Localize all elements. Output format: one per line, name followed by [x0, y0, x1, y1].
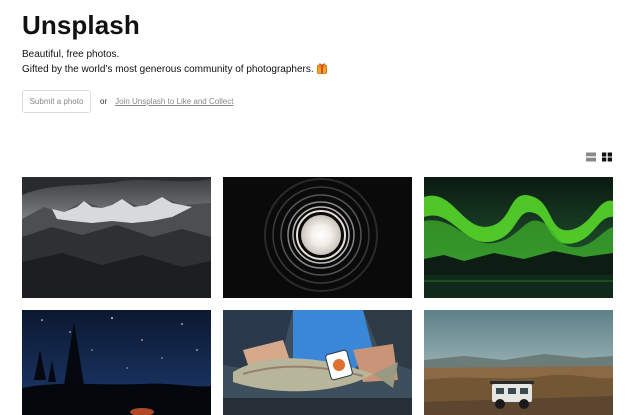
- tagline-line-2-text: Gifted by the world’s most generous comm…: [22, 64, 314, 75]
- grid-view-icon[interactable]: [602, 152, 612, 162]
- truck-landscape-photo-image: [424, 310, 613, 415]
- or-label: or: [100, 97, 108, 106]
- tagline: Beautiful, free photos. Gifted by the wo…: [22, 48, 327, 77]
- tagline-line-1: Beautiful, free photos.: [22, 49, 120, 60]
- starry-night-photo-image: [22, 310, 211, 415]
- photo-truck-landscape[interactable]: [424, 310, 613, 415]
- photo-mountains[interactable]: [22, 177, 211, 298]
- light-rings-photo-image: [223, 177, 412, 298]
- gift-icon: [316, 63, 327, 74]
- photo-starry-night[interactable]: [22, 310, 211, 415]
- page: Unsplash Beautiful, free photos. Gifted …: [0, 0, 640, 415]
- photo-fish-catch[interactable]: [223, 310, 412, 415]
- photo-aurora[interactable]: [424, 177, 613, 298]
- mountain-photo-image: [22, 177, 211, 298]
- join-link[interactable]: Join Unsplash to Like and Collect: [115, 97, 233, 106]
- aurora-photo-image: [424, 177, 613, 298]
- actions-row: Submit a photo or Join Unsplash to Like …: [22, 90, 233, 113]
- view-toggles: [586, 152, 612, 162]
- photo-light-rings[interactable]: [223, 177, 412, 298]
- tagline-line-2: Gifted by the world’s most generous comm…: [22, 62, 327, 77]
- fish-catch-photo-image: [223, 310, 412, 415]
- list-view-icon[interactable]: [586, 152, 596, 162]
- page-title: Unsplash: [22, 10, 140, 40]
- submit-photo-button[interactable]: Submit a photo: [22, 90, 91, 113]
